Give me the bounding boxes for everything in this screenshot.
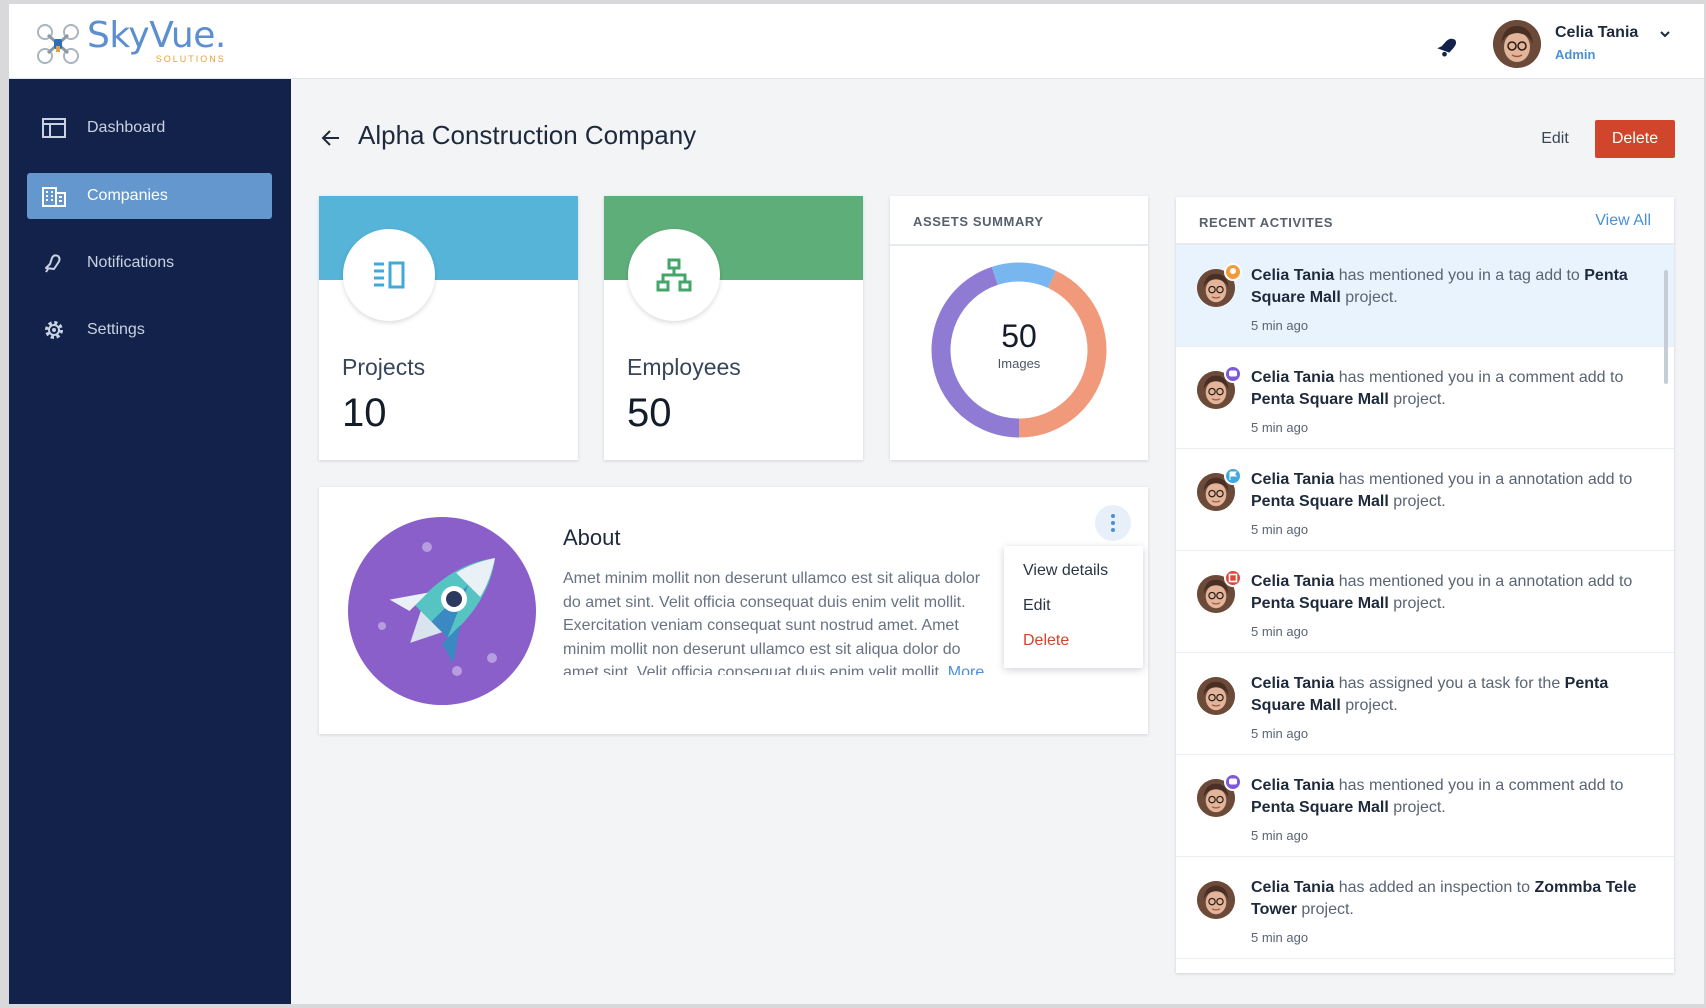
activity-time: 5 min ago xyxy=(1251,726,1309,741)
about-options-menu: View details Edit Delete xyxy=(1004,546,1143,668)
view-all-link[interactable]: View All xyxy=(1595,212,1651,230)
activity-time: 5 min ago xyxy=(1251,930,1309,945)
more-link[interactable]: More xyxy=(948,664,984,675)
notifications-icon xyxy=(41,250,67,276)
activity-text: Celia Tania has mentioned you in a tag a… xyxy=(1251,267,1628,306)
employees-label: Employees xyxy=(627,354,741,380)
activity-item[interactable]: Celia Tania has added an inspection to Z… xyxy=(1176,857,1674,959)
tag-icon xyxy=(1224,263,1242,281)
settings-icon xyxy=(41,317,67,343)
projects-count: 10 xyxy=(342,391,387,435)
comment-icon xyxy=(1224,773,1242,791)
activity-item[interactable]: Celia Tania has mentioned you in a annot… xyxy=(1176,449,1674,551)
activity-item[interactable]: Celia Tania has mentioned you in a comme… xyxy=(1176,347,1674,449)
logo-subtitle: SOLUTIONS xyxy=(155,54,226,64)
app-window: SkyVue. SOLUTIONS Celia Tania Admin Dash… xyxy=(9,4,1704,1004)
dashboard-icon xyxy=(41,115,67,141)
drone-logo-icon xyxy=(37,24,79,64)
sidebar-item-label: Companies xyxy=(87,187,168,204)
sidebar-item-settings[interactable]: Settings xyxy=(27,307,272,353)
assets-unit: Images xyxy=(997,356,1041,371)
projects-label: Projects xyxy=(342,354,426,380)
assets-count: 50 xyxy=(1001,318,1037,354)
projects-card[interactable]: Projects 10 xyxy=(319,196,578,460)
activity-item[interactable]: Celia Tania has mentioned you in a tag a… xyxy=(1176,245,1674,347)
activity-item[interactable]: Celia Tania has mentioned you in a annot… xyxy=(1176,551,1674,653)
more-options-icon[interactable] xyxy=(1095,505,1131,541)
menu-item-edit[interactable]: Edit xyxy=(1023,597,1051,615)
scrollbar[interactable] xyxy=(1664,270,1668,384)
page-title: Alpha Construction Company xyxy=(358,120,697,150)
activity-text: Celia Tania has mentioned you in a comme… xyxy=(1251,777,1624,816)
user-name[interactable]: Celia Tania xyxy=(1555,24,1638,42)
chevron-down-icon[interactable] xyxy=(1657,26,1673,42)
menu-item-view-details[interactable]: View details xyxy=(1023,562,1108,580)
employees-card[interactable]: Employees 50 xyxy=(604,196,863,460)
skyvue-logo[interactable]: SkyVue. SOLUTIONS xyxy=(35,18,226,66)
logo-wordmark: SkyVue. xyxy=(87,15,226,56)
activity-time: 5 min ago xyxy=(1251,522,1309,537)
sidebar-item-label: Settings xyxy=(87,321,145,338)
sidebar-item-label: Dashboard xyxy=(87,119,166,136)
user-avatar[interactable] xyxy=(1493,20,1541,68)
activity-text: Celia Tania has assigned you a task for … xyxy=(1251,675,1609,714)
delete-button[interactable]: Delete xyxy=(1595,120,1675,158)
sidebar-item-dashboard[interactable]: Dashboard xyxy=(27,105,272,151)
about-title: About xyxy=(563,525,621,550)
rocket-illustration xyxy=(348,517,536,705)
activity-time: 5 min ago xyxy=(1251,828,1309,843)
activity-time: 5 min ago xyxy=(1251,318,1309,333)
assets-summary-card: ASSETS SUMMARY 50 Images xyxy=(890,196,1148,460)
employees-count: 50 xyxy=(627,391,672,435)
activity-text: Celia Tania has mentioned you in a annot… xyxy=(1251,471,1633,510)
recent-activities-panel: RECENT ACTIVITES View All Celia Tania ha… xyxy=(1176,197,1674,973)
top-bar: SkyVue. SOLUTIONS Celia Tania Admin xyxy=(9,4,1704,79)
activity-text: Celia Tania has mentioned you in a comme… xyxy=(1251,369,1624,408)
recent-activities-title: RECENT ACTIVITES xyxy=(1199,215,1334,230)
activity-avatar xyxy=(1197,881,1235,919)
activity-item[interactable]: Celia Tania has mentioned you in a comme… xyxy=(1176,755,1674,857)
projects-icon xyxy=(374,261,405,289)
activity-text: Celia Tania has added an inspection to Z… xyxy=(1251,879,1637,918)
sidebar-item-notifications[interactable]: Notifications xyxy=(27,240,272,286)
back-arrow-icon[interactable] xyxy=(319,126,343,150)
activity-item[interactable]: Celia Tania has assigned you a task for … xyxy=(1176,653,1674,755)
activity-time: 5 min ago xyxy=(1251,420,1309,435)
user-role: Admin xyxy=(1555,47,1596,62)
user-avatar-image xyxy=(1493,20,1541,68)
crop-icon xyxy=(1224,569,1242,587)
menu-item-delete[interactable]: Delete xyxy=(1023,632,1069,650)
edit-button[interactable]: Edit xyxy=(1519,120,1591,158)
activity-time: 5 min ago xyxy=(1251,624,1309,639)
flag-icon xyxy=(1224,467,1242,485)
comment-icon xyxy=(1224,365,1242,383)
notification-bell-icon[interactable] xyxy=(1434,32,1462,60)
sidebar-item-label: Notifications xyxy=(87,254,175,271)
sidebar-item-companies[interactable]: Companies xyxy=(27,173,272,219)
sidebar: Dashboard Companies Notifications Settin… xyxy=(9,79,291,1004)
about-description: Amet minim mollit non deserunt ullamco e… xyxy=(563,567,995,675)
companies-icon xyxy=(41,183,67,209)
activity-avatar xyxy=(1197,677,1235,715)
org-chart-icon xyxy=(656,258,692,292)
activity-text: Celia Tania has mentioned you in a annot… xyxy=(1251,573,1633,612)
